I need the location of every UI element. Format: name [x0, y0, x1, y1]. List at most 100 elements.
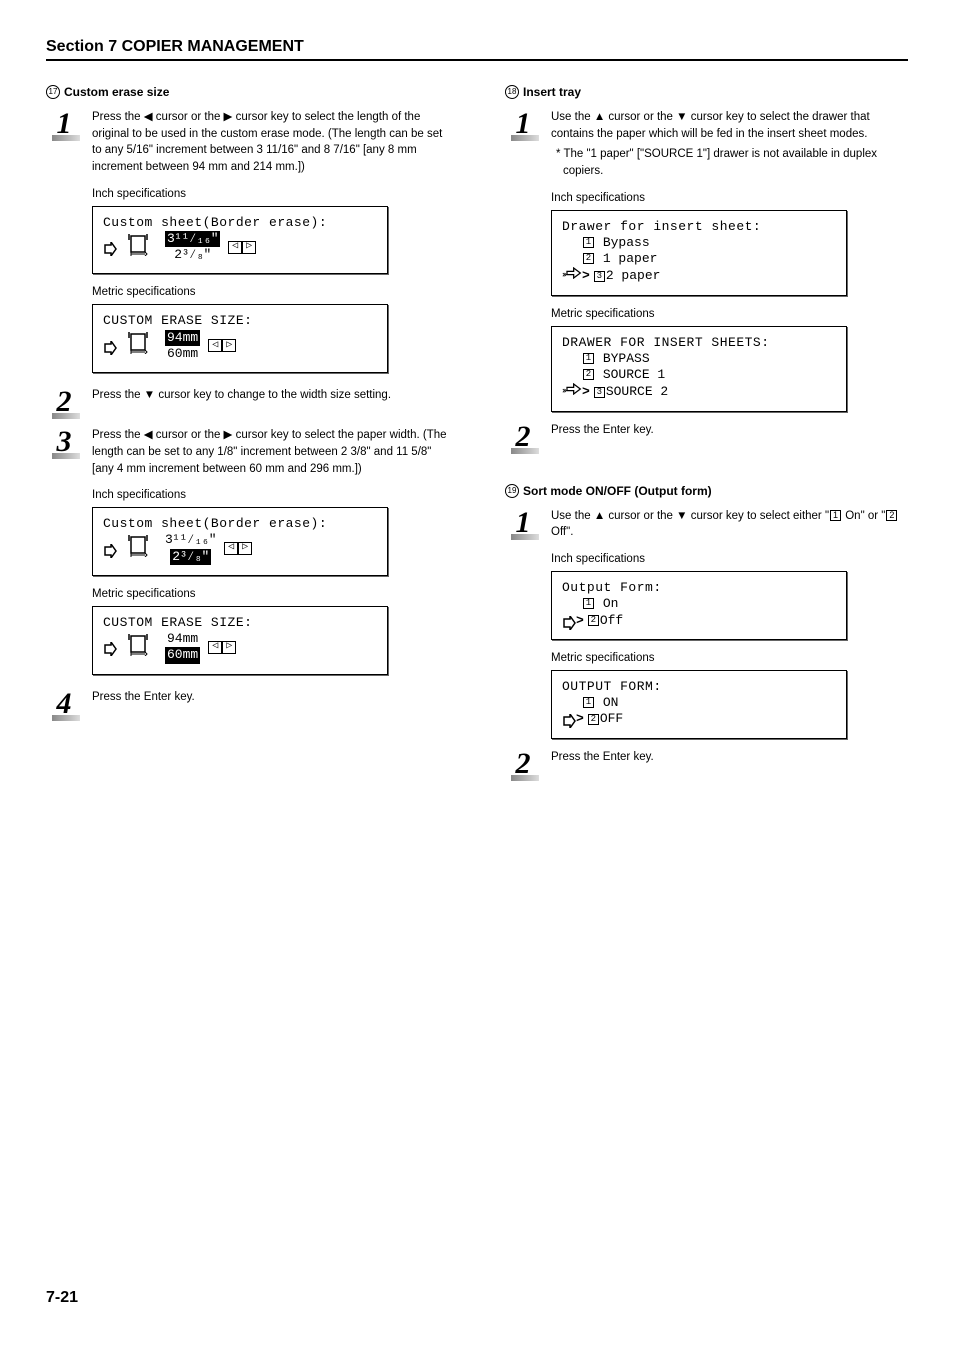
step-number: 1 — [505, 109, 541, 141]
insert-step-2-text: Press the Enter key. — [551, 422, 908, 439]
right-arrow-icon: ▷ — [238, 542, 252, 555]
option-1-inline: 1 — [830, 510, 841, 521]
option-2-inline: 2 — [886, 510, 897, 521]
step-3-text: Press the ◀ cursor or the ▶ cursor key t… — [92, 427, 449, 477]
lcd-title: Custom sheet(Border erase): — [103, 516, 377, 532]
chevron-right-icon: > — [576, 711, 584, 727]
left-right-buttons: ◁▷ — [208, 339, 236, 352]
heading-17: 17 Custom erase size — [46, 85, 449, 99]
option-1-text: BYPASS — [603, 351, 650, 366]
option-1-num: 1 — [583, 237, 594, 248]
document-icon — [123, 634, 159, 661]
option-2-num: 2 — [588, 615, 599, 626]
erase-length-value: 3¹¹⁄₁₆" — [165, 532, 216, 548]
erase-length-value: 3¹¹⁄₁₆" — [165, 231, 220, 247]
page-number: 7-21 — [46, 1289, 908, 1307]
chevron-right-icon: > — [582, 268, 590, 284]
lcd-title: OUTPUT FORM: — [562, 679, 836, 695]
lcd-title: DRAWER FOR INSERT SHEETS: — [562, 335, 836, 351]
arrow-icon — [562, 714, 572, 724]
arrow-icon — [562, 616, 572, 626]
option-2-text: OFF — [600, 711, 623, 727]
lcd-output-form-metric: OUTPUT FORM: 1 ON >2 OFF — [551, 670, 847, 739]
lcd-title: CUSTOM ERASE SIZE: — [103, 313, 377, 329]
erase-width-value: 2³⁄₈" — [170, 549, 211, 565]
step-number: 2 — [505, 422, 541, 454]
step-number: 2 — [505, 749, 541, 781]
right-arrow-icon: ▷ — [222, 641, 236, 654]
heading-17-text: Custom erase size — [64, 85, 169, 99]
lcd-custom-erase-inch-2: Custom sheet(Border erase): 3¹¹⁄₁₆" 2³⁄₈… — [92, 507, 388, 576]
lcd-output-form-inch: Output Form: 1 On >2 Off — [551, 571, 847, 640]
insert-note: * The "1 paper" ["SOURCE 1"] drawer is n… — [551, 146, 908, 179]
erase-width-value: 2³⁄₈" — [174, 247, 211, 263]
option-1-text: Bypass — [603, 235, 650, 250]
blink-arrow-icon — [562, 267, 582, 284]
lcd-title: Custom sheet(Border erase): — [103, 215, 377, 231]
inch-spec-label: Inch specifications — [92, 188, 449, 200]
right-arrow-icon: ▷ — [242, 241, 256, 254]
step-number: 3 — [46, 427, 82, 459]
lcd-custom-erase-inch-1: Custom sheet(Border erase): 3¹¹⁄₁₆" 2³⁄₈… — [92, 206, 388, 275]
option-2-num: 2 — [583, 369, 594, 380]
step-2-text: Press the ▼ cursor key to change to the … — [92, 387, 449, 404]
metric-spec-label: Metric specifications — [92, 588, 449, 600]
step-4-text: Press the Enter key. — [92, 689, 449, 706]
document-icon — [123, 234, 159, 261]
right-arrow-icon: ▷ — [222, 339, 236, 352]
sort-step-1-text: Use the ▲ cursor or the ▼ cursor key to … — [551, 508, 908, 541]
option-1-num: 1 — [583, 697, 594, 708]
step-number: 4 — [46, 689, 82, 721]
insert-step-1-text: Use the ▲ cursor or the ▼ cursor key to … — [551, 111, 870, 140]
heading-19-num: 19 — [505, 484, 519, 498]
option-2-text: Off — [600, 613, 623, 629]
lcd-title: Drawer for insert sheet: — [562, 219, 836, 235]
step-1-text: Press the ◀ cursor or the ▶ cursor key t… — [92, 109, 449, 176]
option-1-num: 1 — [583, 353, 594, 364]
option-2-num: 2 — [583, 253, 594, 264]
option-2-num: 2 — [588, 714, 599, 725]
section-title: Section 7 COPIER MANAGEMENT — [46, 38, 908, 61]
lcd-title: CUSTOM ERASE SIZE: — [103, 615, 377, 631]
sort-step-2-text: Press the Enter key. — [551, 749, 908, 766]
option-3-text: SOURCE 2 — [606, 384, 668, 400]
step-number: 1 — [46, 109, 82, 141]
heading-18-num: 18 — [505, 85, 519, 99]
arrow-icon — [103, 341, 113, 351]
option-1-text: On — [603, 596, 619, 611]
lcd-insert-tray-inch: Drawer for insert sheet: 1 Bypass 2 1 pa… — [551, 210, 847, 296]
erase-length-value: 94mm — [165, 330, 200, 346]
left-arrow-icon: ◁ — [228, 241, 242, 254]
option-3-text: 2 paper — [606, 268, 661, 284]
option-3-num: 3 — [594, 271, 605, 282]
lcd-title: Output Form: — [562, 580, 836, 596]
inch-spec-label: Inch specifications — [551, 192, 908, 204]
lcd-custom-erase-metric-1: CUSTOM ERASE SIZE: 94mm 60mm ◁▷ — [92, 304, 388, 373]
arrow-icon — [103, 544, 113, 554]
lcd-custom-erase-metric-2: CUSTOM ERASE SIZE: 94mm 60mm ◁▷ — [92, 606, 388, 675]
erase-width-value: 60mm — [165, 647, 200, 663]
erase-width-value: 60mm — [167, 346, 198, 362]
chevron-right-icon: > — [582, 384, 590, 400]
option-2-text: 1 paper — [603, 251, 658, 266]
erase-length-value: 94mm — [167, 631, 198, 647]
chevron-right-icon: > — [576, 613, 584, 629]
left-arrow-icon: ◁ — [224, 542, 238, 555]
left-column: 17 Custom erase size 1 Press the ◀ curso… — [46, 85, 449, 789]
inch-spec-label: Inch specifications — [551, 553, 908, 565]
left-arrow-icon: ◁ — [208, 339, 222, 352]
left-right-buttons: ◁▷ — [228, 241, 256, 254]
metric-spec-label: Metric specifications — [92, 286, 449, 298]
heading-19: 19 Sort mode ON/OFF (Output form) — [505, 484, 908, 498]
arrow-icon — [103, 242, 113, 252]
right-column: 18 Insert tray 1 Use the ▲ cursor or the… — [505, 85, 908, 789]
metric-spec-label: Metric specifications — [551, 308, 908, 320]
inch-spec-label: Inch specifications — [92, 489, 449, 501]
heading-18: 18 Insert tray — [505, 85, 908, 99]
blink-arrow-icon — [562, 383, 582, 400]
heading-19-text: Sort mode ON/OFF (Output form) — [523, 484, 712, 498]
document-icon — [123, 535, 159, 562]
option-2-text: SOURCE 1 — [603, 367, 665, 382]
left-right-buttons: ◁▷ — [224, 542, 252, 555]
heading-18-text: Insert tray — [523, 85, 581, 99]
